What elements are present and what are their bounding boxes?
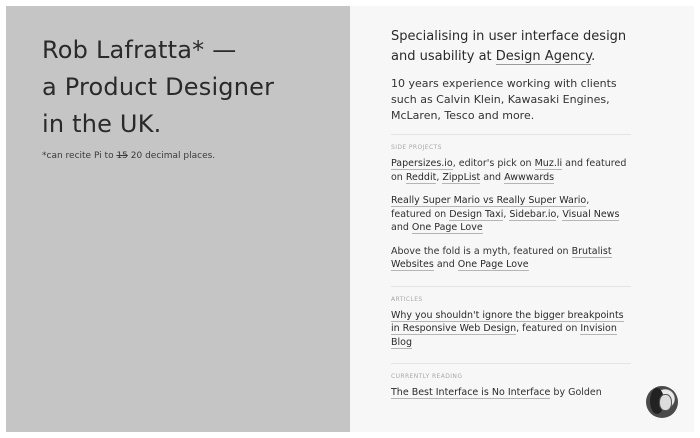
papersizes-link[interactable]: Papersizes.io: [391, 158, 453, 170]
side-project-item: Papersizes.io, editor's pick on Muz.li a…: [391, 157, 631, 184]
item-text: , featured on: [516, 323, 581, 334]
item-text: and: [391, 222, 412, 233]
hero-line-3: in the UK.: [42, 110, 162, 138]
content-panel: Specialising in user interface design an…: [350, 6, 694, 432]
avatar[interactable]: [646, 386, 678, 418]
avatar-face-shape: [659, 394, 672, 411]
page-frame: Rob Lafratta* — a Product Designer in th…: [6, 6, 694, 432]
hero-panel: Rob Lafratta* — a Product Designer in th…: [6, 6, 350, 432]
item-text: and: [433, 259, 458, 270]
reading-item: The Best Interface is No Interface by Go…: [391, 386, 631, 400]
section-divider: [391, 134, 631, 135]
reddit-link[interactable]: Reddit: [405, 171, 437, 184]
article-item: Why you shouldn't ignore the bigger brea…: [391, 309, 631, 350]
intro-text: Specialising in user interface design an…: [391, 27, 631, 67]
super-mario-link[interactable]: Really Super Mario vs Really Super Wario: [391, 195, 587, 207]
item-text: , editor's pick on: [452, 158, 535, 169]
awwwards-link[interactable]: Awwwards: [504, 171, 555, 184]
side-projects-label: SIDE PROJECTS: [391, 144, 442, 151]
item-text: by Golden: [550, 387, 602, 398]
side-project-item: Above the fold is a myth, featured on Br…: [391, 245, 631, 272]
item-text: Above the fold is a myth, featured on: [391, 245, 572, 257]
hero-headline: Rob Lafratta* — a Product Designer in th…: [42, 32, 274, 143]
one-page-love-link[interactable]: One Page Love: [457, 259, 529, 271]
footnote-strikethrough: 15: [116, 151, 128, 161]
sidebar-io-link[interactable]: Sidebar.io: [509, 208, 557, 221]
side-project-item: Really Super Mario vs Really Super Wario…: [391, 194, 631, 235]
content-column: Specialising in user interface design an…: [391, 27, 631, 410]
hero-footnote: *can recite Pi to 15 20 decimal places.: [42, 151, 215, 161]
one-page-love-link[interactable]: One Page Love: [411, 222, 483, 234]
hero-line-1: Rob Lafratta* —: [42, 36, 237, 64]
design-taxi-link[interactable]: Design Taxi: [449, 208, 504, 221]
intro-text-post: .: [591, 49, 596, 64]
articles-label: ARTICLES: [391, 295, 423, 303]
item-text: and: [480, 171, 505, 183]
visual-news-link[interactable]: Visual News: [562, 208, 620, 221]
section-divider: [391, 363, 631, 364]
experience-text: 10 years experience working with clients…: [391, 77, 617, 122]
zipplist-link[interactable]: ZippList: [442, 171, 481, 184]
hero-line-2: a Product Designer: [42, 73, 275, 101]
book-link[interactable]: The Best Interface is No Interface: [391, 387, 551, 399]
design-agency-link[interactable]: Design Agency: [495, 49, 592, 65]
section-divider: [391, 285, 631, 287]
currently-reading-label: CURRENTLY READING: [391, 373, 463, 380]
footnote-post: 20 decimal places.: [127, 151, 216, 161]
footnote-pre: *can recite Pi to: [42, 151, 117, 161]
muzli-link[interactable]: Muz.li: [534, 158, 563, 170]
